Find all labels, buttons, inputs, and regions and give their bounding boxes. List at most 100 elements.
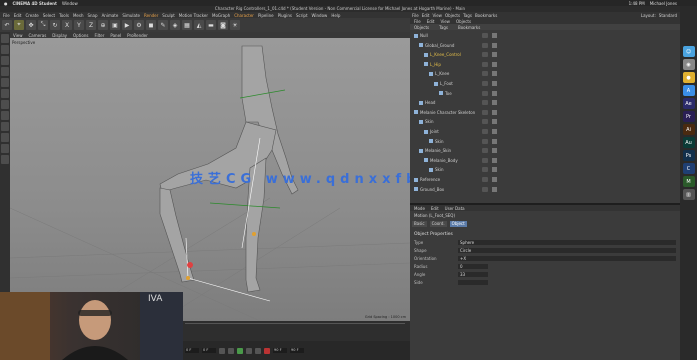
- attribute-value[interactable]: 33: [458, 272, 488, 277]
- cinema4d-icon[interactable]: C: [682, 163, 695, 174]
- start-frame-field[interactable]: 0 F: [185, 348, 199, 353]
- after-effects-icon[interactable]: Ae: [682, 98, 695, 109]
- visibility-toggle-icon[interactable]: [482, 81, 488, 86]
- menu-item-window[interactable]: Window: [312, 13, 328, 18]
- object-row[interactable]: Melanie_Body: [410, 157, 680, 164]
- render-view-icon[interactable]: ▶: [122, 20, 132, 30]
- om-tab-file[interactable]: File: [414, 19, 421, 24]
- premiere-icon[interactable]: Pr: [682, 111, 695, 122]
- object-tag-icon[interactable]: [492, 167, 497, 173]
- menu-item-mesh[interactable]: Mesh: [73, 13, 84, 18]
- om-menu-objects[interactable]: Objects: [445, 13, 460, 18]
- prev-key-icon[interactable]: [228, 347, 234, 354]
- attribute-value[interactable]: 0: [458, 264, 488, 269]
- object-tag-icon[interactable]: [492, 100, 497, 106]
- edges-mode-icon[interactable]: [1, 78, 9, 87]
- visibility-toggle-icon[interactable]: [482, 138, 488, 144]
- visibility-toggle-icon[interactable]: [482, 157, 488, 163]
- grid-icon[interactable]: [1, 155, 9, 164]
- current-frame-field[interactable]: 0 F: [202, 348, 216, 353]
- lock-icon[interactable]: [1, 144, 9, 153]
- move-icon[interactable]: ✥: [26, 20, 36, 30]
- object-row[interactable]: L_Knee: [410, 70, 680, 77]
- menu-item-animate[interactable]: Animate: [102, 13, 119, 18]
- attr-tab-mode[interactable]: Mode: [414, 206, 425, 211]
- finder-icon[interactable]: ☺: [682, 46, 695, 57]
- object-tag-icon[interactable]: [492, 148, 497, 154]
- 3d-viewport[interactable]: Perspective 技艺CG www.qdnxxf Grid Spacing…: [10, 38, 410, 321]
- visibility-toggle-icon[interactable]: [482, 177, 488, 182]
- object-row[interactable]: Skin: [410, 118, 680, 125]
- menu-item-character[interactable]: Character: [234, 13, 254, 18]
- menu-item-edit[interactable]: Edit: [14, 13, 22, 18]
- play-icon[interactable]: [237, 347, 243, 354]
- y-axis-icon[interactable]: Y: [74, 20, 84, 30]
- menu-item-help[interactable]: Help: [331, 13, 340, 18]
- render-region-icon[interactable]: ▣: [110, 20, 120, 30]
- viewport-menu-display[interactable]: Display: [52, 33, 67, 38]
- object-row[interactable]: Melanie_Skin: [410, 147, 680, 154]
- light-icon[interactable]: ☀: [230, 20, 240, 30]
- attr-subtab-coord[interactable]: Coord.: [429, 221, 447, 227]
- menu-item-pipeline[interactable]: Pipeline: [258, 13, 274, 18]
- object-row[interactable]: Joint: [410, 128, 680, 135]
- viewport-menu-panel[interactable]: Panel: [110, 33, 121, 38]
- menu-item-tools[interactable]: Tools: [59, 13, 69, 18]
- visibility-toggle-icon[interactable]: [482, 33, 488, 38]
- attribute-value[interactable]: Sphere: [458, 240, 676, 245]
- object-row[interactable]: Null: [410, 32, 680, 39]
- photoshop-icon[interactable]: Ps: [682, 150, 695, 161]
- z-axis-icon[interactable]: Z: [86, 20, 96, 30]
- object-row[interactable]: Head: [410, 99, 680, 106]
- user-name[interactable]: Michael Jones: [650, 1, 697, 6]
- object-tag-icon[interactable]: [492, 186, 497, 192]
- om-menu-file[interactable]: File: [412, 13, 419, 18]
- texture-mode-icon[interactable]: [1, 45, 9, 54]
- mograph-icon[interactable]: M: [682, 176, 695, 187]
- visibility-toggle-icon[interactable]: [482, 109, 488, 115]
- om-tab-objects[interactable]: Objects: [456, 19, 471, 24]
- menu-item-file[interactable]: File: [3, 13, 10, 18]
- object-row[interactable]: L_Hip: [410, 61, 680, 68]
- object-tag-icon[interactable]: [492, 90, 497, 96]
- om-menu-view[interactable]: View: [432, 13, 442, 18]
- attr-subtab-object[interactable]: Object: [449, 221, 467, 227]
- menu-item-plugins[interactable]: Plugins: [278, 13, 292, 18]
- attribute-value[interactable]: [458, 280, 488, 285]
- cube-icon[interactable]: ◼: [146, 20, 156, 30]
- object-row[interactable]: Toe: [410, 90, 680, 97]
- attr-tab-edit[interactable]: Edit: [431, 206, 439, 211]
- visibility-toggle-icon[interactable]: [482, 71, 488, 77]
- menu-item-create[interactable]: Create: [25, 13, 38, 18]
- solo-icon[interactable]: [1, 133, 9, 142]
- attr-subtab-basic[interactable]: Basic: [412, 221, 427, 227]
- snap-icon[interactable]: [1, 122, 9, 131]
- illustrator-icon[interactable]: Ai: [682, 124, 695, 135]
- viewport-menu-view[interactable]: View: [13, 33, 23, 38]
- visibility-toggle-icon[interactable]: [482, 42, 488, 48]
- app-store-icon[interactable]: A: [682, 85, 695, 96]
- layout-select[interactable]: Standard: [659, 13, 680, 18]
- object-tag-icon[interactable]: [492, 71, 497, 77]
- object-tag-icon[interactable]: [492, 119, 497, 125]
- subdivision-icon[interactable]: ◈: [170, 20, 180, 30]
- menu-item-select[interactable]: Select: [43, 13, 55, 18]
- audition-icon[interactable]: Au: [682, 137, 695, 148]
- go-to-start-icon[interactable]: [219, 347, 225, 354]
- object-tag-icon[interactable]: [492, 42, 497, 48]
- object-row[interactable]: L_Foot: [410, 80, 680, 87]
- chrome-icon[interactable]: ●: [682, 72, 695, 83]
- x-axis-icon[interactable]: X: [62, 20, 72, 30]
- rotate-icon[interactable]: ↻: [50, 20, 60, 30]
- viewport-menu-prorender[interactable]: ProRender: [127, 33, 148, 38]
- object-tag-icon[interactable]: [492, 138, 497, 144]
- object-tag-icon[interactable]: [492, 109, 497, 115]
- deformer-icon[interactable]: ◭: [194, 20, 204, 30]
- object-tag-icon[interactable]: [492, 177, 497, 182]
- tweak-mode-icon[interactable]: [1, 111, 9, 120]
- visibility-toggle-icon[interactable]: [482, 90, 488, 96]
- menu-item-mograph[interactable]: MoGraph: [212, 13, 230, 18]
- app-name[interactable]: CINEMA 4D Student: [13, 1, 57, 6]
- menu-item-script[interactable]: Script: [296, 13, 308, 18]
- camera-icon[interactable]: ◙: [218, 20, 228, 30]
